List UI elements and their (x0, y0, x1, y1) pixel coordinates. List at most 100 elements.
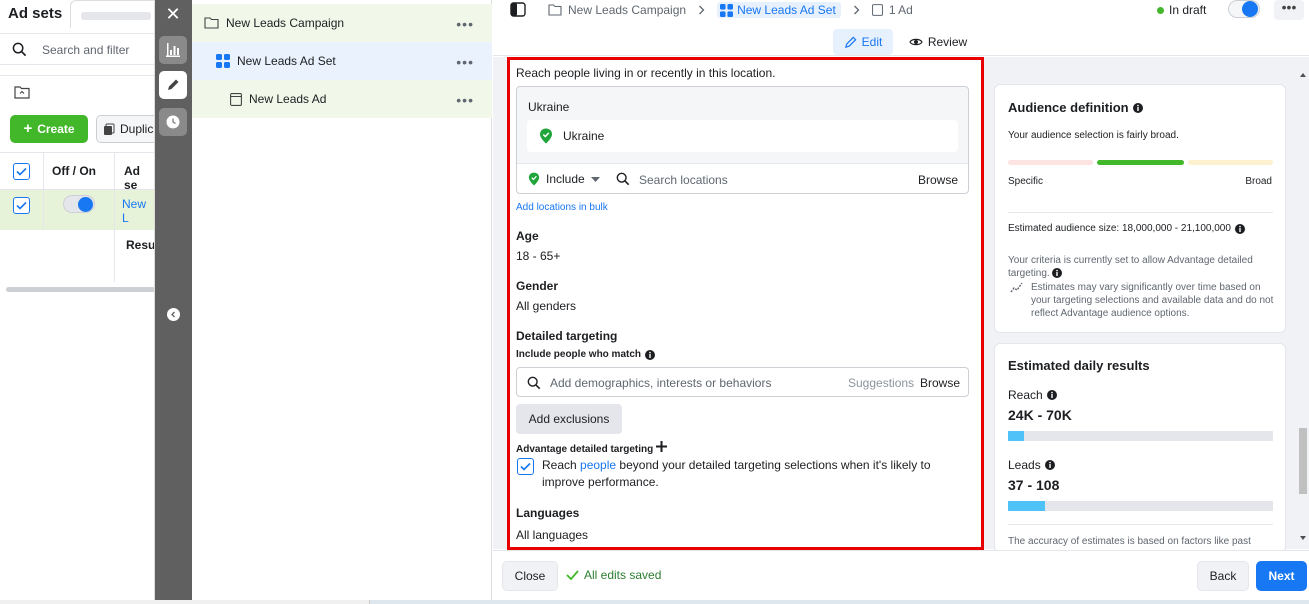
column-header-off-on[interactable]: Off / On (52, 164, 96, 178)
leads-label: Leads (1008, 458, 1041, 472)
audience-size: Estimated audience size: 18,000,000 - 21… (1008, 223, 1231, 234)
tree-item-ad-set[interactable]: New Leads Ad Set ••• (192, 42, 492, 80)
search-icon (527, 376, 541, 390)
select-all-checkbox[interactable] (13, 163, 30, 180)
tree-item-ad[interactable]: New Leads Ad ••• (192, 80, 492, 118)
next-button[interactable]: Next (1256, 561, 1307, 591)
campaign-tree: New Leads Campaign ••• New Leads Ad Set … (192, 0, 492, 600)
divider (1008, 524, 1273, 525)
estimated-results-card: Estimated daily results Reach 24K - 70K … (994, 343, 1286, 553)
gauge-active-segment (1097, 160, 1184, 165)
targeting-form: Reach people living in or recently in th… (507, 57, 984, 550)
location-pin-icon (528, 172, 540, 186)
bottom-strip (0, 600, 1309, 604)
ad-page-icon (230, 92, 242, 106)
tab-edit[interactable]: Edit (833, 29, 893, 55)
location-box-title: Ukraine (528, 100, 570, 114)
age-value[interactable]: 18 - 65+ (516, 249, 560, 263)
folder-icon[interactable] (14, 85, 30, 99)
side-toolbar: ✕ (155, 0, 192, 600)
suggestions-button[interactable]: Suggestions (848, 376, 914, 390)
more-options-icon[interactable]: ••• (456, 54, 474, 70)
languages-label: Languages (516, 506, 580, 520)
horizontal-scrollbar[interactable] (6, 287, 154, 292)
location-pin-icon (539, 128, 553, 144)
copy-icon (103, 123, 115, 136)
reach-label-row: Reach (1008, 388, 1057, 402)
location-browse-button[interactable]: Browse (918, 173, 958, 187)
add-locations-bulk-link[interactable]: Add locations in bulk (516, 202, 608, 213)
info-icon[interactable] (645, 349, 656, 360)
pencil-icon[interactable] (159, 71, 187, 99)
advantage-label: Advantage detailed targeting (516, 444, 654, 455)
ad-set-grid-icon (720, 3, 734, 17)
folder-icon (204, 17, 219, 29)
account-tab[interactable] (70, 0, 154, 28)
chevron-right-icon (853, 5, 860, 15)
include-dropdown[interactable]: Include (528, 172, 600, 186)
detailed-targeting-input[interactable]: Add demographics, interests or behaviors… (516, 367, 969, 397)
search-filter-bar[interactable]: Search and filter (0, 33, 154, 65)
breadcrumb-campaign[interactable]: New Leads Campaign (568, 3, 686, 17)
gender-value[interactable]: All genders (516, 299, 576, 313)
tree-item-campaign[interactable]: New Leads Campaign ••• (192, 4, 492, 42)
folder-row[interactable] (0, 75, 154, 107)
info-icon[interactable] (1044, 460, 1055, 470)
location-search-input[interactable]: Search locations (639, 173, 728, 187)
close-icon[interactable]: ✕ (159, 0, 187, 28)
advantage-checkbox[interactable] (517, 458, 534, 475)
people-link[interactable]: people (580, 458, 616, 472)
caret-down-icon (590, 176, 600, 182)
create-button[interactable]: + Create (10, 115, 88, 143)
breadcrumb-ad-set[interactable]: New Leads Ad Set (717, 2, 841, 18)
row-on-off-toggle[interactable] (63, 195, 95, 213)
info-icon[interactable] (1132, 102, 1143, 113)
draft-toggle[interactable] (1228, 0, 1260, 18)
row-ad-set-name[interactable]: New L (122, 197, 154, 225)
tab-review[interactable]: Review (907, 29, 969, 55)
reach-value: 24K - 70K (1008, 407, 1072, 423)
more-options-icon[interactable]: ••• (456, 16, 474, 32)
breadcrumb-ad-set-label: New Leads Ad Set (737, 3, 836, 17)
reach-label: Reach (1008, 388, 1043, 402)
add-exclusions-button[interactable]: Add exclusions (516, 404, 622, 434)
breadcrumb-ads[interactable]: 1 Ad (889, 3, 913, 17)
info-icon[interactable] (1052, 268, 1063, 279)
close-button[interactable]: Close (502, 561, 558, 591)
detailed-browse-button[interactable]: Browse (920, 376, 960, 390)
reach-bar (1008, 431, 1273, 441)
scrollbar-thumb[interactable] (1299, 428, 1307, 494)
gender-label: Gender (516, 279, 559, 293)
languages-value[interactable]: All languages (516, 528, 588, 542)
more-options-button[interactable]: ••• (1274, 0, 1304, 20)
column-header-ad-set[interactable]: Ad se (124, 164, 154, 192)
location-chip[interactable]: Ukraine (527, 120, 958, 152)
age-label: Age (516, 229, 539, 243)
info-icon[interactable] (1046, 390, 1057, 400)
criteria-note: Your criteria is currently set to allow … (1008, 254, 1276, 280)
divider (1008, 212, 1273, 213)
leads-bar-fill (1008, 501, 1046, 511)
gauge-left-label: Specific (1008, 176, 1044, 187)
duplicate-button[interactable]: Duplic (96, 115, 154, 143)
advantage-description: Reach people beyond your detailed target… (542, 457, 972, 491)
info-icon[interactable] (1234, 223, 1245, 234)
row-checkbox[interactable] (13, 197, 30, 214)
sidebar-toggle-icon[interactable] (510, 2, 526, 17)
location-chip-label: Ukraine (563, 129, 605, 143)
criteria-note-text: Your criteria is currently set to allow … (1008, 255, 1253, 279)
chart-icon[interactable] (159, 36, 187, 64)
status-label: In draft (1169, 3, 1207, 17)
include-label: Include (546, 172, 585, 186)
advantage-plus-icon (656, 441, 668, 452)
results-title: Estimated daily results (1008, 358, 1150, 373)
back-button[interactable]: Back (1197, 561, 1249, 591)
more-options-icon[interactable]: ••• (456, 92, 474, 108)
collapse-chevron-icon[interactable] (167, 308, 180, 321)
clock-icon[interactable] (159, 108, 187, 136)
include-match-label: Include people who match (516, 349, 642, 360)
eye-icon (909, 37, 923, 47)
panel-title: Ad sets (8, 5, 63, 22)
create-label: Create (37, 122, 75, 136)
breadcrumb: New Leads Campaign New Leads Ad Set 1 Ad (548, 2, 913, 18)
